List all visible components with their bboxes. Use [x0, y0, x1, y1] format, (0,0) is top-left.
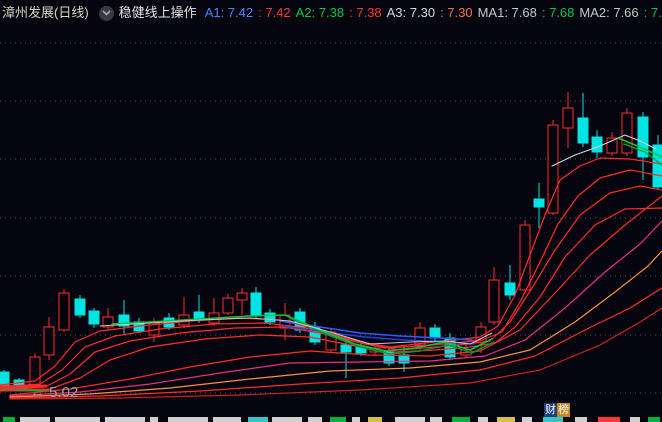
indicator-value: A2: 7.38	[295, 5, 345, 20]
clipped-text-fragment	[213, 417, 241, 422]
candle-body	[88, 310, 100, 325]
chevron-down-icon[interactable]	[98, 5, 114, 21]
candlestick-chart-canvas[interactable]	[0, 0, 662, 422]
indicator-values: A1: 7.42 : 7.42 A2: 7.38 : 7.38 A3: 7.30 : 7.…	[205, 0, 662, 26]
candle-body	[488, 279, 500, 323]
symbol-title: 漳州发展(日线)	[2, 5, 89, 20]
clipped-text-fragment	[150, 417, 158, 422]
indicator-value: : 7.66	[643, 5, 662, 20]
candle-body	[547, 124, 559, 214]
candle-body	[562, 107, 574, 129]
indicator-line-red-upper-2	[0, 169, 662, 388]
candle-body	[652, 144, 662, 188]
candle-body	[533, 198, 545, 208]
indicator-line-red-upper-4	[0, 207, 662, 392]
badge-char[interactable]: 财	[544, 403, 557, 417]
clipped-text-fragment	[272, 417, 302, 422]
indicator-value: : 7.68	[541, 5, 575, 20]
indicator-value: MA1: 7.68	[477, 5, 537, 20]
clipped-text-fragment	[575, 417, 587, 422]
clipped-bottom-text-row	[0, 417, 662, 422]
clipped-text-fragment	[598, 417, 620, 422]
clipped-text-fragment	[395, 417, 425, 422]
candle-body	[577, 117, 589, 144]
clipped-text-fragment	[105, 417, 145, 422]
indicator-value: MA2: 7.66	[579, 5, 639, 20]
candle-body	[429, 327, 441, 339]
clipped-text-fragment	[352, 417, 360, 422]
clipped-text-fragment	[330, 417, 346, 422]
candle-body	[222, 297, 234, 314]
clipped-text-fragment	[168, 417, 208, 422]
candle-body	[58, 292, 70, 331]
clipped-text-fragment	[20, 417, 50, 422]
indicator-value: : 7.42	[258, 5, 291, 20]
clipped-text-fragment	[248, 417, 268, 422]
indicator-line-red-lower-1	[9, 195, 662, 396]
clipped-text-fragment	[522, 417, 532, 422]
candle-body	[340, 344, 352, 353]
indicator-value: A1: 7.42	[204, 5, 254, 20]
indicator-value: : 7.38	[349, 5, 382, 20]
badge-char[interactable]: 榜	[557, 403, 570, 417]
indicator-value: A3: 7.30	[386, 5, 436, 20]
candle-body	[236, 292, 248, 301]
price-level-label: ← 5.02	[30, 384, 79, 401]
stock-chart-app: 漳州发展(日线) 稳健线上操作 A1: 7.42 : 7.42 A2: 7.38 : …	[0, 0, 662, 422]
caibang-badge[interactable]: 财榜	[544, 403, 570, 417]
clipped-text-fragment	[648, 417, 660, 422]
candle-body	[264, 312, 276, 323]
clipped-text-fragment	[3, 417, 15, 422]
clipped-text-fragment	[543, 417, 563, 422]
candle-body	[43, 326, 55, 356]
clipped-text-fragment	[368, 417, 382, 422]
clipped-text-fragment	[308, 417, 322, 422]
indicator-value: : 7.30	[440, 5, 473, 20]
indicator-name: 稳健线上操作	[118, 5, 197, 20]
clipped-text-fragment	[55, 417, 100, 422]
clipped-text-fragment	[452, 417, 470, 422]
candle-body	[504, 282, 516, 296]
clipped-text-fragment	[478, 417, 488, 422]
clipped-text-fragment	[430, 417, 442, 422]
candle-body	[74, 298, 86, 316]
chart-header: 漳州发展(日线) 稳健线上操作 A1: 7.42 : 7.42 A2: 7.38 : …	[0, 0, 662, 26]
candle-body	[250, 292, 262, 316]
candle-body	[591, 136, 603, 153]
clipped-text-fragment	[630, 417, 640, 422]
clipped-text-fragment	[497, 417, 515, 422]
